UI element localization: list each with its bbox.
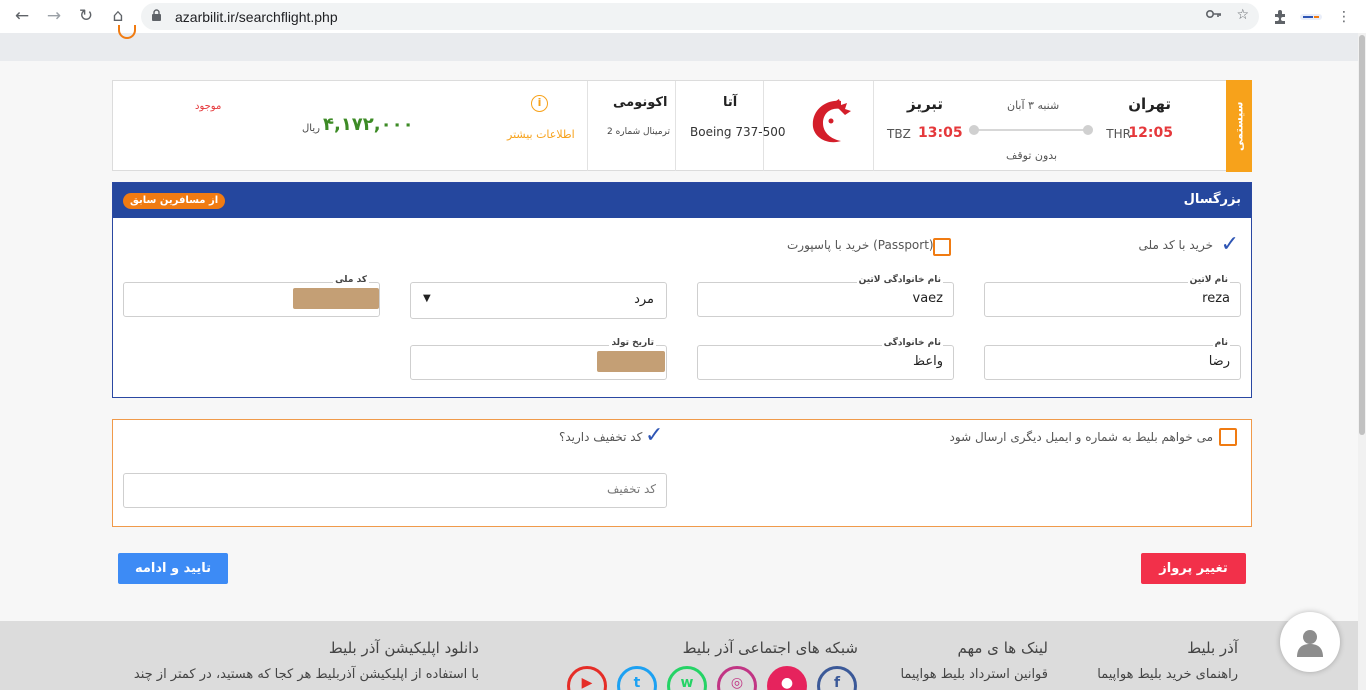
url-text[interactable]: azarbilit.ir/searchflight.php [175, 9, 338, 25]
origin-city: تهران [1128, 95, 1171, 113]
extensions-icon[interactable] [1269, 6, 1291, 28]
route-dot-end [1083, 125, 1093, 135]
info-icon[interactable]: i [531, 95, 548, 112]
passport-option-label[interactable]: خرید با پاسپورت (Passport) [787, 238, 934, 252]
stops-info: بدون توقف [1006, 149, 1058, 162]
cabin-class: اکونومی [613, 95, 668, 110]
latin-last-name-field[interactable]: نام خانوادگی لاتین vaez [697, 275, 954, 317]
change-flight-button[interactable]: تغییر پرواز [1141, 553, 1246, 584]
availability-status: موجود [195, 101, 222, 112]
passenger-form: بزرگسال از مسافرین سابق ✓ خرید با کد ملی… [112, 182, 1252, 398]
field-label: کد ملی [333, 275, 369, 285]
aircraft-type: Boeing 737-500 [690, 125, 786, 139]
footer-app-description: با استفاده از اپلیکیشن آذربلیط هر کجا که… [133, 667, 479, 682]
azarbilit-extension-icon[interactable] [1298, 6, 1324, 28]
support-avatar-button[interactable] [1280, 612, 1340, 672]
national-code-field[interactable]: کد ملی [123, 275, 380, 317]
forward-icon[interactable]: → [40, 2, 68, 30]
departure-time: 12:05 [1128, 125, 1173, 141]
redacted-value [597, 351, 665, 372]
more-info-link[interactable]: اطلاعات بیشتر [507, 128, 575, 141]
address-bar[interactable]: azarbilit.ir/searchflight.php ☆ [141, 3, 1259, 30]
site-logo-icon [118, 25, 136, 39]
user-avatar-icon [1297, 630, 1323, 657]
flight-date: شنبه ۳ آبان [1007, 99, 1060, 112]
reload-icon[interactable]: ↻ [72, 2, 100, 30]
dropdown-arrow-icon[interactable]: ▼ [423, 293, 431, 304]
footer-link-refund[interactable]: قوانین استرداد بلیط هواپیما [900, 667, 1048, 682]
route-dot-start [969, 125, 979, 135]
arrival-time: 13:05 [918, 125, 963, 141]
passport-checkbox[interactable] [933, 238, 951, 256]
national-code-option-label[interactable]: خرید با کد ملی [1138, 238, 1213, 252]
system-flight-tab: سیستمی [1226, 80, 1252, 172]
scrollbar-thumb[interactable] [1359, 35, 1365, 435]
ticket-options-panel: می خواهم بلیط به شماره و ایمیل دیگری ارس… [112, 419, 1252, 527]
latin-first-name-field[interactable]: نام لاتین reza [984, 275, 1241, 317]
footer-title-social: شبکه های اجتماعی آذر بلیط [682, 639, 858, 657]
destination-city: تبریز [907, 95, 944, 113]
back-icon[interactable]: ← [8, 2, 36, 30]
divider [587, 81, 588, 171]
page-scrollbar[interactable] [1358, 33, 1366, 690]
confirm-continue-button[interactable]: تایید و ادامه [118, 553, 228, 584]
destination-code: TBZ [887, 127, 911, 141]
airline-logo [803, 95, 851, 147]
footer-title-azarbilit: آذر بلیط [1187, 639, 1238, 657]
terminal-info: ترمینال شماره 2 [607, 127, 671, 137]
first-name-field[interactable]: نام رضا [984, 338, 1241, 380]
redacted-value [293, 288, 379, 309]
currency: ریال [302, 123, 320, 134]
key-icon[interactable] [1206, 7, 1222, 23]
field-value[interactable]: reza [1202, 291, 1230, 306]
field-value[interactable]: رضا [1209, 354, 1230, 369]
field-label: تاریخ تولد [609, 338, 656, 348]
menu-dots-icon[interactable]: ⋮ [1333, 6, 1355, 28]
divider [873, 81, 874, 171]
footer-link-guide[interactable]: راهنمای خرید بلیط هواپیما [1097, 667, 1238, 682]
gender-value[interactable]: مرد [634, 292, 654, 307]
field-value[interactable]: vaez [913, 291, 943, 306]
field-label: نام خانوادگی لاتین [856, 275, 943, 285]
browser-toolbar: ← → ↻ ⌂ azarbilit.ir/searchflight.php ☆ … [0, 0, 1366, 33]
send-other-label[interactable]: می خواهم بلیط به شماره و ایمیل دیگری ارس… [950, 430, 1213, 444]
send-other-checkbox[interactable] [1219, 428, 1237, 446]
discount-check-icon[interactable]: ✓ [645, 425, 663, 447]
passenger-header: بزرگسال از مسافرین سابق [113, 183, 1251, 218]
flight-card: سیستمی تهران 12:05 THR شنبه ۳ آبان بدون … [112, 80, 1252, 172]
site-header-strip [0, 25, 1366, 61]
gender-select[interactable]: مرد ▼ [410, 282, 667, 319]
discount-placeholder[interactable]: کد تخفیف [607, 482, 656, 496]
field-label: نام [1212, 338, 1230, 348]
footer-title-links: لینک ها ی مهم [957, 639, 1048, 657]
last-name-field[interactable]: نام خانوادگی واعظ [697, 338, 954, 380]
previous-passengers-button[interactable]: از مسافرین سابق [123, 193, 226, 209]
price: ۴,۱۷۲,۰۰۰ [323, 114, 414, 135]
lock-icon [151, 8, 169, 25]
route-line [973, 129, 1087, 131]
field-label: نام لاتین [1187, 275, 1230, 285]
airline-name: آتا [723, 95, 738, 110]
star-icon[interactable]: ☆ [1236, 7, 1249, 23]
field-value[interactable]: واعظ [913, 354, 943, 369]
field-label: نام خانوادگی [881, 338, 943, 348]
national-code-check-icon[interactable]: ✓ [1221, 234, 1239, 256]
footer-title-app: دانلود اپلیکیشن آذر بلیط [328, 639, 479, 657]
discount-question-label[interactable]: کد تخفیف دارید؟ [559, 430, 642, 444]
discount-code-input[interactable]: کد تخفیف [123, 473, 667, 508]
birth-date-field[interactable]: تاریخ تولد [410, 338, 667, 380]
origin-code: THR [1106, 127, 1131, 141]
passenger-type-title: بزرگسال [1183, 192, 1241, 207]
divider [675, 81, 676, 171]
